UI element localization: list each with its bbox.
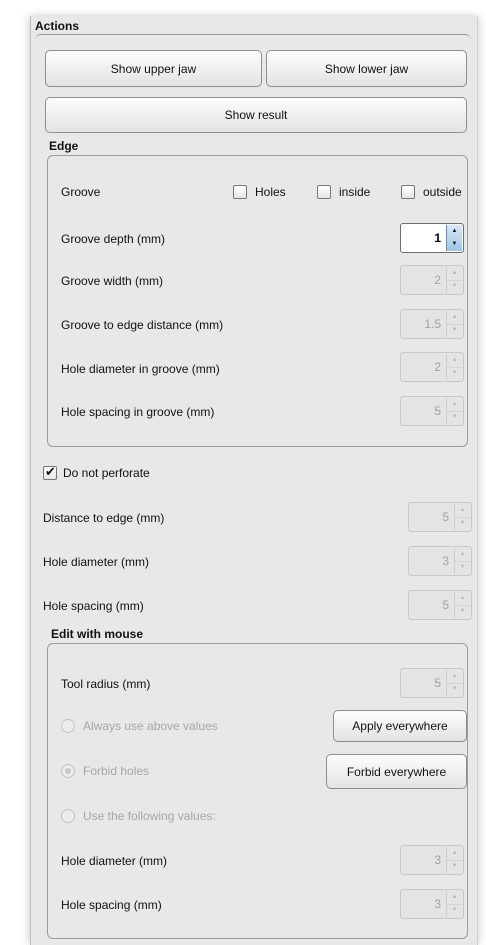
show-upper-jaw-button[interactable]: Show upper jaw: [45, 50, 262, 87]
use-following-values-label: Use the following values:: [83, 809, 216, 823]
spinner-down-icon[interactable]: ▼: [447, 411, 462, 424]
spinner-up-icon[interactable]: ▲: [447, 225, 462, 239]
hole-spacing-value[interactable]: 5: [442, 591, 449, 619]
spinner-down-icon[interactable]: ▼: [447, 238, 462, 251]
spinner-up-icon[interactable]: ▲: [447, 670, 462, 684]
hole-spacing-label: Hole spacing (mm): [43, 599, 144, 613]
forbid-holes-label: Forbid holes: [83, 764, 150, 778]
edit-with-mouse-title: Edit with mouse: [51, 627, 144, 641]
hole-diameter-groove-value[interactable]: 2: [434, 353, 441, 381]
forbid-holes-radio[interactable]: [61, 764, 75, 778]
holes-checkbox[interactable]: [233, 185, 247, 199]
outside-label: outside: [423, 185, 462, 199]
mouse-hole-spacing-label: Hole spacing (mm): [61, 898, 162, 912]
spinner-down-icon[interactable]: ▼: [447, 683, 462, 696]
spinner-down-icon[interactable]: ▼: [447, 280, 462, 293]
hole-diameter-value[interactable]: 3: [442, 547, 449, 575]
hole-spacing-groove-value[interactable]: 5: [434, 397, 441, 425]
apply-everywhere-button[interactable]: Apply everywhere: [333, 710, 467, 742]
outside-checkbox[interactable]: [401, 185, 415, 199]
groove-depth-spinner[interactable]: 1 ▲ ▼: [400, 223, 464, 253]
groove-depth-value[interactable]: 1: [434, 224, 441, 252]
hole-spacing-groove-spinner[interactable]: 5 ▲ ▼: [400, 396, 464, 426]
tool-radius-spinner[interactable]: 5 ▲ ▼: [400, 668, 464, 698]
always-use-above-label: Always use above values: [83, 719, 218, 733]
spinner-down-icon[interactable]: ▼: [455, 561, 470, 574]
spinner-down-icon[interactable]: ▼: [447, 324, 462, 337]
tool-radius-value[interactable]: 5: [434, 669, 441, 697]
spinner-down-icon[interactable]: ▼: [447, 367, 462, 380]
spinner-up-icon[interactable]: ▲: [447, 891, 462, 905]
hole-diameter-label: Hole diameter (mm): [43, 555, 150, 569]
spinner-down-icon[interactable]: ▼: [455, 517, 470, 530]
distance-to-edge-spinner[interactable]: 5 ▲ ▼: [408, 502, 472, 532]
hole-diameter-groove-label: Hole diameter in groove (mm): [61, 362, 220, 376]
hole-diameter-groove-spinner[interactable]: 2 ▲ ▼: [400, 352, 464, 382]
groove-edge-distance-label: Groove to edge distance (mm): [61, 318, 224, 332]
spinner-up-icon[interactable]: ▲: [447, 311, 462, 325]
spinner-up-icon[interactable]: ▲: [447, 398, 462, 412]
mouse-hole-spacing-spinner[interactable]: 3 ▲ ▼: [400, 889, 464, 919]
inside-checkbox[interactable]: [317, 185, 331, 199]
actions-panel: Actions Show upper jaw Show lower jaw Sh…: [30, 16, 478, 945]
groove-depth-label: Groove depth (mm): [61, 232, 166, 246]
do-not-perforate-label: Do not perforate: [63, 466, 150, 480]
spinner-down-icon[interactable]: ▼: [447, 904, 462, 917]
mouse-hole-diameter-spinner[interactable]: 3 ▲ ▼: [400, 845, 464, 875]
hole-diameter-spinner[interactable]: 3 ▲ ▼: [408, 546, 472, 576]
groove-edge-distance-value[interactable]: 1.5: [424, 310, 441, 338]
actions-title: Actions: [35, 19, 80, 33]
spinner-up-icon[interactable]: ▲: [455, 548, 470, 562]
show-result-button[interactable]: Show result: [45, 97, 467, 133]
spinner-up-icon[interactable]: ▲: [455, 592, 470, 606]
spinner-up-icon[interactable]: ▲: [447, 847, 462, 861]
edge-title: Edge: [49, 139, 79, 153]
show-lower-jaw-button[interactable]: Show lower jaw: [266, 50, 467, 87]
do-not-perforate-checkbox[interactable]: [43, 464, 57, 480]
spinner-down-icon[interactable]: ▼: [455, 605, 470, 618]
hole-spacing-spinner[interactable]: 5 ▲ ▼: [408, 590, 472, 620]
mouse-hole-diameter-label: Hole diameter (mm): [61, 854, 168, 868]
spinner-up-icon[interactable]: ▲: [455, 504, 470, 518]
hole-spacing-groove-label: Hole spacing in groove (mm): [61, 405, 215, 419]
distance-to-edge-value[interactable]: 5: [442, 503, 449, 531]
groove-width-value[interactable]: 2: [434, 266, 441, 294]
spinner-down-icon[interactable]: ▼: [447, 860, 462, 873]
use-following-values-radio[interactable]: [61, 809, 75, 823]
groove-width-label: Groove width (mm): [61, 274, 164, 288]
spinner-up-icon[interactable]: ▲: [447, 354, 462, 368]
inside-label: inside: [339, 185, 371, 199]
groove-width-spinner[interactable]: 2 ▲ ▼: [400, 265, 464, 295]
distance-to-edge-label: Distance to edge (mm): [43, 511, 165, 525]
groove-edge-distance-spinner[interactable]: 1.5 ▲ ▼: [400, 309, 464, 339]
mouse-hole-diameter-value[interactable]: 3: [434, 846, 441, 874]
groove-label: Groove: [61, 185, 101, 199]
tool-radius-label: Tool radius (mm): [61, 677, 151, 691]
holes-label: Holes: [255, 185, 286, 199]
spinner-up-icon[interactable]: ▲: [447, 267, 462, 281]
always-use-above-radio[interactable]: [61, 719, 75, 733]
mouse-hole-spacing-value[interactable]: 3: [434, 890, 441, 918]
forbid-everywhere-button[interactable]: Forbid everywhere: [326, 754, 467, 789]
